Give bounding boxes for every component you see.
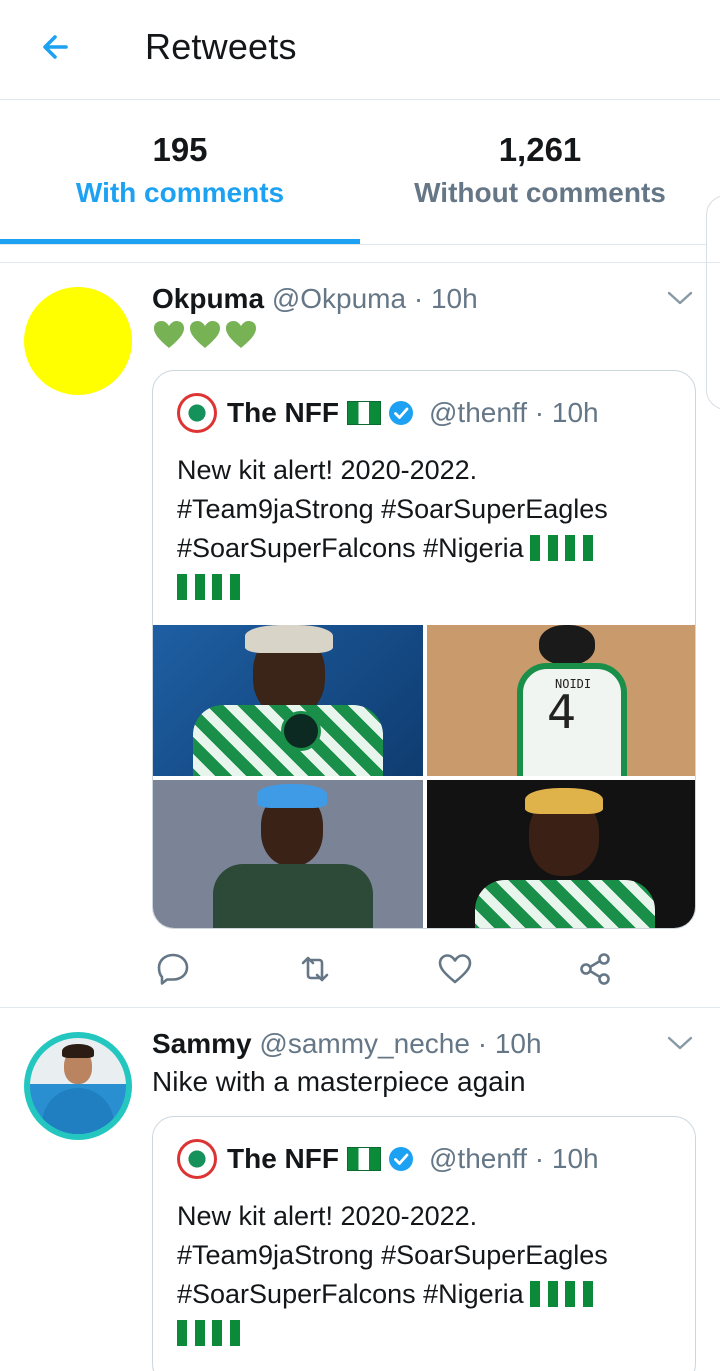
nff-logo-avatar (177, 393, 217, 433)
verified-badge-icon (389, 1147, 413, 1171)
nigeria-flag-icon (347, 401, 381, 425)
separator-dot: · (477, 1028, 488, 1059)
media-image[interactable]: NOIDI 4 (427, 625, 695, 776)
nigeria-flag-icon (347, 1147, 381, 1171)
user-handle: @Okpuma (271, 283, 407, 314)
tab-with-comments[interactable]: 195 With comments (0, 101, 360, 245)
quoted-user-name: The NFF (227, 397, 339, 428)
tweet-meta: Sammy @sammy_neche · 10h (152, 1028, 542, 1060)
tweet-item[interactable]: Sammy @sammy_neche · 10h Nike with a mas… (0, 1008, 720, 1371)
quoted-tweet-header: The NFF @thenff · 10h (177, 1139, 599, 1179)
quoted-tweet-header: The NFF @thenff · 10h (177, 393, 599, 433)
chevron-down-icon[interactable] (666, 1032, 694, 1054)
separator-dot: · (413, 283, 424, 314)
shirt-number: 4 (547, 685, 577, 739)
like-icon[interactable] (436, 951, 474, 987)
avatar[interactable] (24, 1032, 132, 1140)
share-icon[interactable] (576, 951, 614, 987)
tab-count: 195 (152, 131, 208, 168)
quoted-tweet-text: New kit alert! 2020-2022. #Team9jaStrong… (177, 451, 677, 607)
user-name[interactable]: Okpuma (152, 283, 264, 314)
tab-without-comments[interactable]: 1,261 Without comments (360, 101, 720, 245)
app-header: Retweets (0, 0, 720, 100)
badge (281, 711, 321, 751)
quoted-user-handle: @thenff (429, 397, 527, 428)
nigeria-flags-icon (529, 535, 600, 561)
nigeria-flags-icon (177, 1320, 247, 1346)
quoted-tweet-time: 10h (551, 397, 599, 428)
media-image[interactable] (427, 780, 695, 928)
active-tab-indicator (0, 239, 360, 244)
nigeria-flags-icon (177, 574, 247, 600)
reply-icon[interactable] (154, 951, 192, 987)
quoted-user-name: The NFF (227, 1143, 339, 1174)
nigeria-flags-icon (529, 1281, 600, 1307)
arrow-left-icon (43, 35, 68, 59)
media-grid: NOIDI 4 (153, 625, 695, 928)
tweet-meta: Okpuma @Okpuma · 10h (152, 283, 478, 315)
quoted-tweet-time: 10h (551, 1143, 599, 1174)
separator-dot: · (534, 1143, 545, 1174)
green-heart-icon (190, 321, 220, 348)
tweet-text: 💚💚💚 (152, 319, 258, 351)
green-heart-icon (154, 321, 184, 348)
tweet-time: 10h (494, 1028, 542, 1059)
nff-logo-avatar (177, 1139, 217, 1179)
media-image[interactable] (153, 625, 423, 776)
media-image[interactable] (153, 780, 423, 928)
user-name[interactable]: Sammy (152, 1028, 252, 1059)
quoted-tweet[interactable]: The NFF @thenff · 10h New kit alert! 202… (152, 1116, 696, 1371)
tweet-item[interactable]: Okpuma @Okpuma · 10h 💚💚💚 The NFF @thenff… (0, 262, 720, 1008)
tweet-actions (152, 951, 632, 987)
retweet-icon[interactable] (296, 951, 334, 987)
tweet-text: Nike with a masterpiece again (152, 1066, 526, 1097)
avatar[interactable] (24, 287, 132, 395)
quoted-tweet[interactable]: The NFF @thenff · 10h New kit alert! 202… (152, 370, 696, 929)
tab-label: Without comments (414, 177, 666, 208)
chevron-down-icon[interactable] (666, 287, 694, 309)
back-button[interactable] (30, 24, 82, 70)
tweet-time: 10h (430, 283, 478, 314)
green-heart-icon (226, 321, 256, 348)
quoted-tweet-text: New kit alert! 2020-2022. #Team9jaStrong… (177, 1197, 677, 1353)
tab-count: 1,261 (498, 131, 582, 168)
page-title: Retweets (145, 26, 297, 67)
tab-bar: 195 With comments 1,261 Without comments (0, 101, 720, 245)
verified-badge-icon (389, 401, 413, 425)
user-handle: @sammy_neche (259, 1028, 470, 1059)
tab-label: With comments (75, 177, 285, 208)
quoted-user-handle: @thenff (429, 1143, 527, 1174)
separator-dot: · (534, 397, 545, 428)
